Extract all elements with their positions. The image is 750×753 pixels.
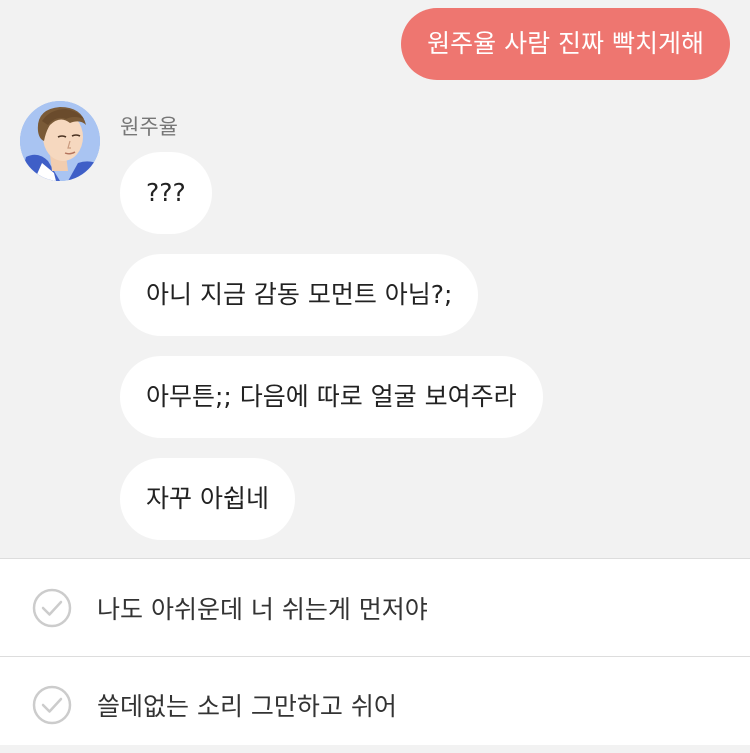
reply-option[interactable]: 나도 아쉬운데 너 쉬는게 먼저야 [0,559,750,657]
check-circle-icon [32,685,72,725]
sender-name: 원주율 [120,115,178,139]
incoming-message-bubble: 자꾸 아쉽네 [120,458,295,540]
reply-options-panel: 나도 아쉬운데 너 쉬는게 먼저야 쓸데없는 소리 그만하고 쉬어 [0,558,750,745]
incoming-message-bubble: ??? [120,152,212,234]
check-circle-icon [32,588,72,627]
avatar[interactable] [20,101,100,181]
chat-area: 원주율 사람 진짜 빡치게해 원주율 ??? 아니 지금 감동 모먼트 아님?;… [0,0,750,558]
avatar-illustration-icon [20,101,100,181]
incoming-message-bubble: 아니 지금 감동 모먼트 아님?; [120,254,479,336]
reply-option-label: 나도 아쉬운데 너 쉬는게 먼저야 [97,594,428,624]
outgoing-message-bubble: 원주율 사람 진짜 빡치게해 [401,8,730,80]
incoming-message-bubble: 아무튼;; 다음에 따로 얼굴 보여주라 [120,356,543,438]
reply-option-label: 쓸데없는 소리 그만하고 쉬어 [97,692,397,721]
reply-option[interactable]: 쓸데없는 소리 그만하고 쉬어 [0,657,750,753]
